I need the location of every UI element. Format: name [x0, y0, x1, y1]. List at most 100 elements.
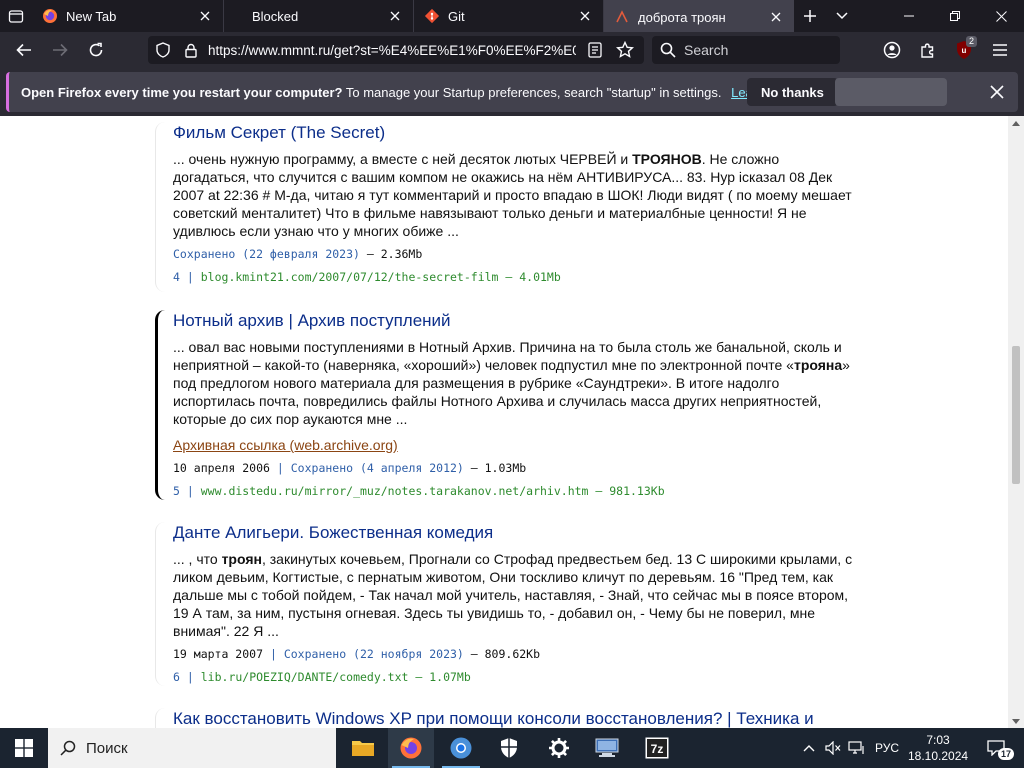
result-source: 4 | blog.kmint21.com/2007/07/12/the-secr… [173, 270, 561, 284]
chromium-taskbar-button[interactable] [438, 728, 484, 768]
result-number: 6 [173, 670, 180, 684]
close-icon [995, 10, 1007, 22]
tab-close-button[interactable] [764, 5, 788, 29]
result-title-link[interactable]: Данте Алигьери. Божественная комедия [173, 522, 855, 544]
settings-taskbar-button[interactable] [536, 728, 582, 768]
folder-icon [352, 741, 374, 756]
archive-link[interactable]: Архивная ссылка (web.archive.org) [173, 436, 855, 454]
app-menu-button[interactable] [984, 34, 1016, 66]
scroll-down-arrow[interactable] [1008, 714, 1024, 728]
computer-network-icon [595, 738, 619, 757]
tab-close-button[interactable] [573, 4, 597, 28]
result-meta: 10 апреля 2006 | Сохранено (4 апреля 201… [173, 461, 527, 475]
show-hidden-icons-button[interactable] [798, 728, 820, 768]
plus-icon [804, 10, 816, 22]
url-bar[interactable]: https://www.mmnt.ru/get?st=%E4%EE%E1%F0%… [148, 36, 644, 64]
volume-muted-button[interactable] [822, 728, 844, 768]
result-title-link[interactable]: Как восстановить Windows XP при помощи к… [173, 708, 855, 728]
notification-bar-container: Open Firefox every time you restart your… [0, 68, 1024, 116]
tab-close-button[interactable] [383, 4, 407, 28]
site-icon [614, 9, 630, 25]
minimize-button[interactable] [886, 0, 932, 32]
startup-notification: Open Firefox every time you restart your… [6, 72, 1018, 112]
reload-button[interactable] [80, 34, 112, 66]
clock-date: 18.10.2024 [908, 749, 969, 763]
tab-new-tab[interactable]: New Tab [32, 0, 224, 32]
language-indicator[interactable]: РУС [870, 728, 904, 768]
taskbar-search-box[interactable]: Поиск [48, 728, 336, 768]
saved-copy-link[interactable]: Сохранено (22 февраля 2023) [173, 247, 360, 261]
navigation-toolbar: https://www.mmnt.ru/get?st=%E4%EE%E1%F0%… [0, 32, 1024, 68]
result-date: 19 марта 2007 [173, 647, 264, 661]
close-icon [771, 12, 781, 22]
back-button[interactable] [8, 34, 40, 66]
result-source-link[interactable]: lib.ru/POEZIQ/DANTE/comedy.txt – 1.07Mb [201, 670, 471, 684]
git-icon [424, 8, 440, 24]
tab-label: Blocked [252, 8, 299, 24]
network-button[interactable] [846, 728, 868, 768]
page-scrollbar[interactable] [1008, 116, 1024, 728]
firefox-taskbar-button[interactable] [388, 728, 434, 768]
url-text[interactable]: https://www.mmnt.ru/get?st=%E4%EE%E1%F0%… [208, 43, 576, 58]
hamburger-menu-icon [993, 44, 1007, 56]
result-source-link[interactable]: blog.kmint21.com/2007/07/12/the-secret-f… [201, 270, 561, 284]
result-meta: Сохранено (22 февраля 2023) – 2.36Mb [173, 246, 855, 262]
7zip-taskbar-button[interactable]: 7z [634, 728, 680, 768]
search-result: Фильм Секрет (The Secret) ... очень нужн… [155, 122, 855, 292]
firefox-view-icon [8, 10, 24, 23]
scrollbar-thumb[interactable] [1012, 346, 1020, 484]
security-taskbar-button[interactable] [486, 728, 532, 768]
start-button[interactable] [0, 728, 48, 768]
search-bar[interactable]: Search [652, 36, 840, 64]
tab-label: доброта троян [638, 9, 726, 25]
open-settings-button[interactable] [835, 78, 947, 106]
network-app-taskbar-button[interactable] [584, 728, 630, 768]
caret-up-icon [1012, 120, 1020, 126]
list-all-tabs-button[interactable] [826, 0, 858, 32]
result-title-link[interactable]: Фильм Секрет (The Secret) [173, 122, 855, 144]
speaker-muted-icon [825, 741, 841, 755]
result-size: – 809.62Kb [470, 647, 541, 661]
bookmark-star-icon[interactable] [614, 39, 636, 61]
chevron-down-icon [836, 12, 848, 20]
result-title-link[interactable]: Нотный архив | Архив поступлений [173, 310, 855, 332]
tab-blocked[interactable]: Blocked [224, 0, 414, 32]
new-tab-button[interactable] [794, 0, 826, 32]
lock-icon[interactable] [180, 39, 202, 61]
firefox-view-button[interactable] [0, 0, 32, 32]
scroll-up-arrow[interactable] [1008, 116, 1024, 130]
shield-icon [501, 738, 517, 758]
result-source: 5 | www.distedu.ru/mirror/_muz/notes.tar… [173, 484, 665, 498]
reader-view-icon[interactable] [584, 39, 606, 61]
no-thanks-button[interactable]: No thanks [747, 78, 838, 106]
ublock-origin-button[interactable]: u 2 [948, 34, 980, 66]
saved-copy-link[interactable]: Сохранено (4 апреля 2012) [291, 461, 464, 475]
close-icon [390, 11, 400, 21]
notification-title: Open Firefox every time you restart your… [21, 84, 343, 100]
tab-label: Git [448, 8, 465, 24]
account-icon [883, 41, 901, 59]
close-icon [990, 85, 1004, 99]
window-close-button[interactable] [978, 0, 1024, 32]
extensions-button[interactable] [912, 34, 944, 66]
notification-close-button[interactable] [985, 80, 1009, 104]
shield-icon[interactable] [152, 39, 174, 61]
restore-icon [950, 11, 960, 21]
7zip-icon: 7z [645, 737, 669, 759]
saved-copy-link[interactable]: Сохранено (22 ноября 2023) [284, 647, 464, 661]
tab-dobrota-troyan[interactable]: доброта троян [604, 0, 794, 32]
clock[interactable]: 7:03 18.10.2024 [908, 732, 968, 764]
account-button[interactable] [876, 34, 908, 66]
tab-git[interactable]: Git [414, 0, 604, 32]
forward-button[interactable] [44, 34, 76, 66]
result-source: 6 | lib.ru/POEZIQ/DANTE/comedy.txt – 1.0… [173, 670, 471, 684]
restore-button[interactable] [932, 0, 978, 32]
tab-close-button[interactable] [193, 4, 217, 28]
search-placeholder: Search [684, 42, 729, 58]
result-source-link[interactable]: www.distedu.ru/mirror/_muz/notes.tarakan… [201, 484, 665, 498]
firefox-icon [42, 8, 58, 24]
file-explorer-button[interactable] [340, 728, 386, 768]
notification-count: 17 [998, 748, 1015, 760]
result-date: 10 апреля 2006 [173, 461, 270, 475]
notification-center-button[interactable]: 17 [976, 728, 1016, 768]
